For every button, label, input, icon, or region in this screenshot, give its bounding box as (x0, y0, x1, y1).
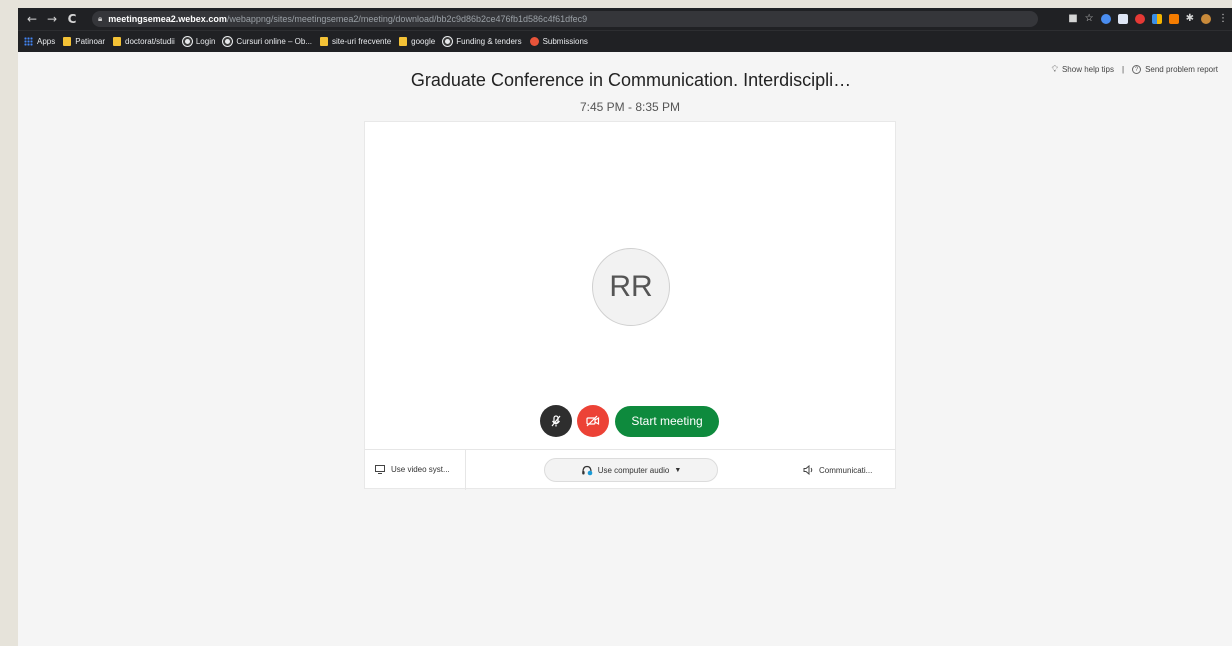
bookmark-star-icon[interactable]: ☆ (1085, 14, 1094, 24)
bookmark-submissions[interactable]: Submissions (529, 37, 588, 46)
apps-grid-icon (24, 37, 33, 46)
caret-down-icon: ▼ (674, 466, 682, 474)
folder-icon (63, 37, 72, 46)
globe-icon (223, 37, 233, 46)
camera-icon[interactable]: ■ (1068, 14, 1077, 24)
audio-select-label: Use computer audio (597, 465, 670, 475)
use-video-system-label: Use video syst... (391, 465, 450, 474)
mute-button[interactable] (540, 405, 572, 437)
bookmarks-bar: Apps Patinoar doctorat/studii Login Curs… (18, 30, 1232, 52)
bookmark-login[interactable]: Login (182, 37, 215, 46)
lock-icon: 🔒︎ (98, 14, 103, 23)
extension-multicolor-icon[interactable] (1151, 14, 1162, 24)
submissions-icon (529, 37, 539, 46)
lightbulb-icon: 💡︎ (1051, 64, 1058, 74)
address-bar: ← → C 🔒︎ meetingsemea2.webex.com/webappn… (18, 8, 1232, 30)
forward-icon[interactable]: → (44, 8, 60, 30)
meeting-time: 7:45 PM - 8:35 PM (579, 100, 681, 114)
speaker-icon (803, 465, 813, 475)
help-links: 💡︎ Show help tips | ? Send problem repor… (1052, 64, 1218, 75)
back-icon[interactable]: ← (24, 8, 40, 30)
webex-page: 💡︎ Show help tips | ? Send problem repor… (18, 52, 1232, 646)
folder-icon (320, 37, 329, 46)
bookmark-apps[interactable]: Apps (24, 37, 55, 46)
puzzle-icon[interactable]: ✱ (1186, 14, 1194, 24)
show-help-tips-link[interactable]: Show help tips (1062, 65, 1114, 74)
microphone-muted-icon (551, 415, 561, 427)
url-input[interactable]: 🔒︎ meetingsemea2.webex.com/webappng/site… (92, 11, 1038, 27)
use-video-system-button[interactable]: Use video syst... (365, 449, 466, 490)
document-icon[interactable] (1117, 14, 1128, 24)
bookmark-patinoar[interactable]: Patinoar (63, 37, 105, 46)
headset-icon (581, 465, 593, 475)
bookmark-site-uri[interactable]: site-uri frecvente (320, 37, 391, 46)
bookmark-funding[interactable]: Funding & tenders (443, 37, 522, 46)
start-meeting-button[interactable]: Start meeting (615, 405, 719, 437)
url-path: /webappng/sites/meetingsemea2/meeting/do… (226, 14, 588, 24)
meeting-title: Graduate Conference in Communication. In… (410, 70, 852, 90)
menu-dots-icon[interactable]: ⋮ (1218, 14, 1228, 24)
browser-window: ← → C 🔒︎ meetingsemea2.webex.com/webappn… (18, 8, 1232, 646)
bookmark-google[interactable]: google (399, 37, 435, 46)
reload-icon[interactable]: C (64, 8, 80, 30)
screen-cast-icon (375, 465, 385, 474)
folder-icon (399, 37, 408, 46)
send-problem-report-link[interactable]: Send problem report (1145, 65, 1218, 74)
preview-card: RR Start meeting Use video syst... Use c… (364, 121, 896, 490)
url-domain: meetingsemea2.webex.com (108, 14, 227, 24)
bookmark-cursuri[interactable]: Cursuri online – Ob... (223, 37, 312, 46)
globe-icon (443, 37, 453, 46)
extensions-area: ■ ☆ ✱ ⋮ (1068, 8, 1228, 30)
globe-icon (182, 37, 192, 46)
folder-icon (113, 37, 122, 46)
communication-label: Communicati... (819, 465, 873, 475)
extension-orange-icon[interactable] (1168, 14, 1179, 24)
meeting-controls: Start meeting (540, 405, 719, 437)
communication-settings-button[interactable]: Communicati... (803, 450, 872, 490)
card-footer: Use video syst... Use computer audio ▼ C… (365, 449, 895, 490)
video-off-icon (586, 415, 600, 427)
bookmark-doctorat[interactable]: doctorat/studii (113, 37, 175, 46)
avatar: RR (592, 248, 670, 326)
extension-blue-icon[interactable] (1100, 14, 1111, 24)
extension-red-icon[interactable] (1134, 14, 1145, 24)
audio-select[interactable]: Use computer audio ▼ (544, 458, 718, 482)
profile-avatar-icon[interactable] (1201, 14, 1211, 24)
separator: | (1121, 65, 1125, 74)
help-circle-icon: ? (1132, 65, 1142, 74)
stop-video-button[interactable] (577, 405, 609, 437)
